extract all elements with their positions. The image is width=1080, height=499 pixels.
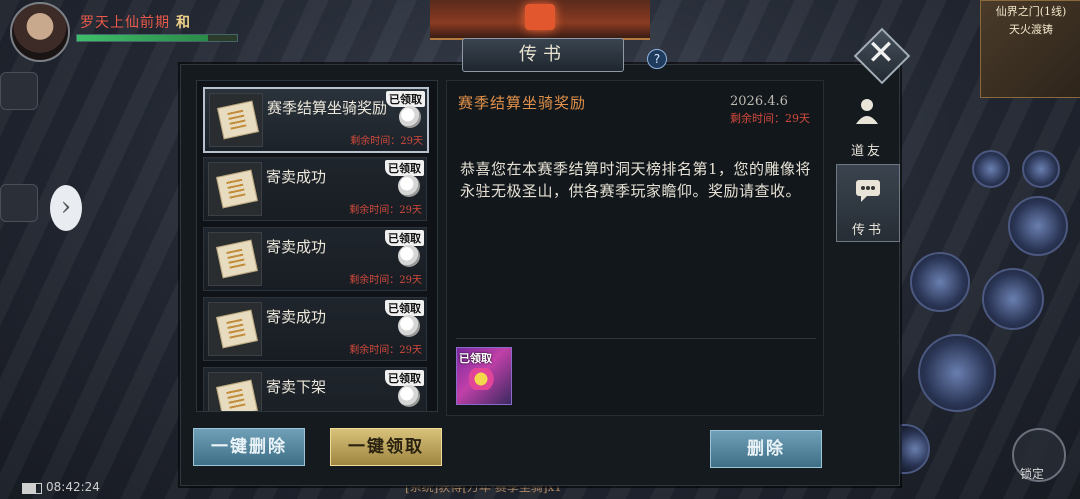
expand-arrow-icon[interactable]: › bbox=[50, 185, 82, 231]
claimed-badge: 已领取 bbox=[383, 91, 425, 129]
mail-list-item[interactable]: 寄卖成功 已领取剩余时间：29天 bbox=[203, 227, 427, 291]
mail-item-remaining: 剩余时间：29天 bbox=[350, 136, 423, 147]
player-tag: 和 bbox=[176, 15, 190, 31]
claimed-badge: 已领取 bbox=[382, 370, 424, 408]
mail-item-title: 寄卖下架 bbox=[266, 378, 327, 396]
reward-claimed-badge: 已领取 bbox=[459, 352, 492, 365]
swirl-icon bbox=[398, 245, 420, 267]
settings-skill-icon[interactable] bbox=[1022, 150, 1060, 188]
swirl-icon bbox=[398, 385, 420, 407]
help-icon[interactable]: ? bbox=[647, 49, 667, 69]
swirl-icon bbox=[398, 315, 420, 337]
tab-mail-label: 传书 bbox=[851, 223, 884, 238]
dialog-title: 传书 bbox=[462, 38, 624, 72]
scene-ornament bbox=[430, 0, 650, 40]
mail-detail-date: 2026.4.6 bbox=[730, 94, 788, 109]
battery-icon bbox=[22, 483, 42, 494]
player-avatar[interactable] bbox=[10, 2, 70, 62]
claimed-badge: 已领取 bbox=[382, 300, 424, 338]
player-name: 罗天上仙前期 bbox=[80, 15, 170, 31]
mail-detail-title: 赛季结算坐骑奖励 bbox=[458, 94, 587, 112]
mail-list-item[interactable]: 寄卖成功 已领取剩余时间：29天 bbox=[203, 297, 427, 361]
mail-item-remaining: 剩余时间：29天 bbox=[349, 345, 422, 356]
tab-friends[interactable]: 道友 bbox=[836, 86, 898, 162]
sword-attack-icon[interactable] bbox=[918, 334, 996, 412]
cross-skill-icon[interactable] bbox=[982, 268, 1044, 330]
mail-item-title: 寄卖成功 bbox=[266, 308, 327, 326]
clock: 08:42:24 bbox=[46, 480, 100, 494]
claimed-text: 已领取 bbox=[385, 370, 424, 386]
mail-item-remaining: 剩余时间：29天 bbox=[349, 275, 422, 286]
flag-icon[interactable] bbox=[0, 184, 38, 222]
mail-item-remaining: 剩余时间：29天 bbox=[349, 411, 422, 412]
mail-list[interactable]: 赛季结算坐骑奖励 已领取 剩余时间：29天 寄卖成功 已领取 剩余时间：29天 寄卖成功 已领… bbox=[196, 80, 438, 412]
ice-skill-icon[interactable] bbox=[910, 252, 970, 312]
claimed-text: 已领取 bbox=[385, 160, 424, 176]
delete-button[interactable]: 删除 bbox=[710, 430, 822, 468]
letter-icon bbox=[208, 232, 262, 286]
tab-mail[interactable]: 传书 bbox=[836, 164, 900, 242]
mail-list-item[interactable]: 赛季结算坐骑奖励 已领取剩余时间：29天 bbox=[203, 87, 429, 153]
friend-icon bbox=[856, 99, 878, 124]
letter-icon bbox=[208, 372, 262, 411]
claimed-text: 已领取 bbox=[385, 230, 424, 246]
mail-detail-remaining: 剩余时间：29天 bbox=[730, 112, 810, 125]
letter-icon bbox=[208, 302, 262, 356]
divider bbox=[456, 338, 816, 339]
claimed-text: 已领取 bbox=[385, 300, 424, 316]
minimap[interactable]: 仙界之门(1线) 天火渡铸 bbox=[980, 0, 1080, 98]
player-hp-bar bbox=[76, 34, 238, 42]
close-icon[interactable]: ✕ bbox=[866, 34, 896, 72]
swirl-icon bbox=[398, 175, 420, 197]
side-tabs: 道友 传书 bbox=[836, 80, 900, 242]
tab-friends-label: 道友 bbox=[850, 144, 883, 159]
delete-all-button[interactable]: 一键删除 bbox=[193, 428, 305, 466]
mail-item-title: 寄卖成功 bbox=[266, 238, 327, 256]
letter-icon bbox=[209, 93, 263, 147]
mail-item-title: 寄卖成功 bbox=[266, 168, 327, 186]
swirl-icon bbox=[399, 106, 421, 128]
minimap-location: 仙界之门(1线) bbox=[995, 5, 1067, 18]
mail-item-title: 赛季结算坐骑奖励 bbox=[267, 99, 388, 117]
player-hp-fill bbox=[77, 35, 209, 41]
letter-icon bbox=[208, 162, 262, 216]
mail-list-item[interactable]: 寄卖成功 已领取剩余时间：29天 bbox=[203, 157, 427, 221]
claim-all-button[interactable]: 一键领取 bbox=[330, 428, 442, 466]
mount-reward-icon[interactable]: 已领取 bbox=[456, 347, 512, 405]
bag-skill-icon[interactable] bbox=[972, 150, 1010, 188]
mail-chat-icon bbox=[856, 180, 880, 202]
minimap-area: 天火渡铸 bbox=[1009, 23, 1053, 36]
mail-list-item[interactable]: 寄卖下架 已领取剩余时间：29天 bbox=[203, 367, 427, 412]
claimed-badge: 已领取 bbox=[382, 160, 424, 198]
claimed-badge: 已领取 bbox=[382, 230, 424, 268]
mail-item-remaining: 剩余时间：29天 bbox=[349, 205, 422, 216]
quest-icon[interactable] bbox=[0, 72, 38, 110]
claimed-text: 已领取 bbox=[386, 91, 425, 107]
mail-detail-body: 恭喜您在本赛季结算时洞天榜排名第1，您的雕像将永驻无极圣山，供各赛季玩家瞻仰。奖… bbox=[460, 160, 812, 200]
taiji-skill-icon[interactable] bbox=[1008, 196, 1068, 256]
lock-label: 锁定 bbox=[1020, 467, 1045, 481]
